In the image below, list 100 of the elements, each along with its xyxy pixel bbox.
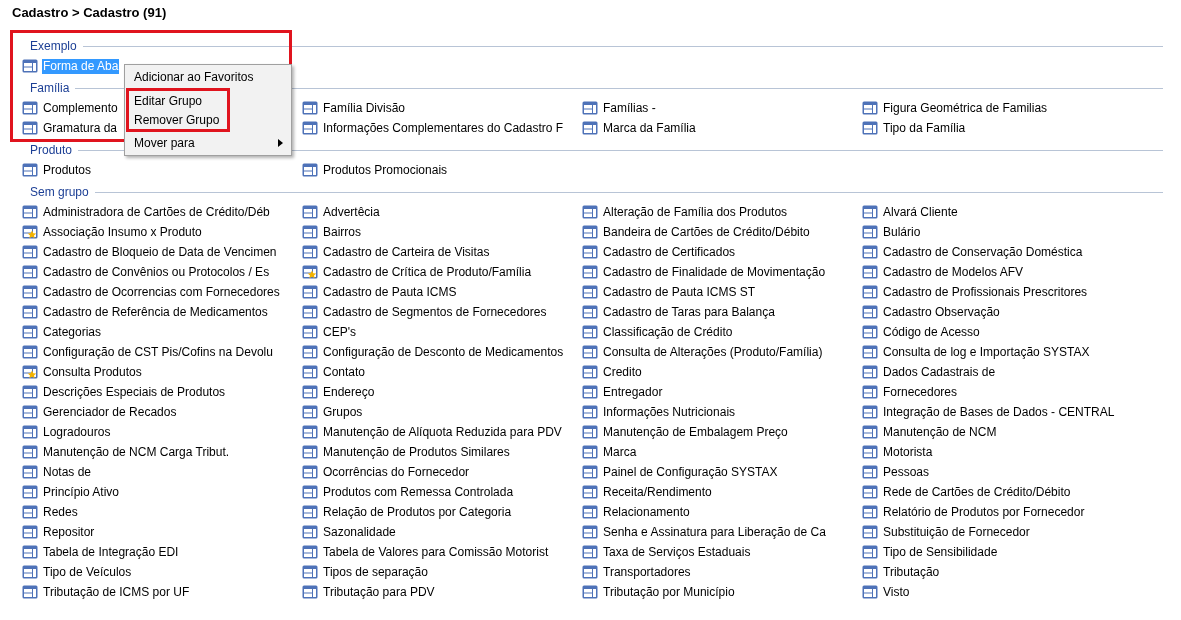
form-link[interactable]: Logradouros — [42, 424, 112, 440]
form-link[interactable]: Tipo de Veículos — [42, 564, 133, 580]
form-link[interactable]: Tipo da Família — [882, 120, 967, 136]
menu-item[interactable]: Mover para — [125, 132, 291, 154]
form-link[interactable]: Marca — [602, 444, 638, 460]
window-icon — [22, 525, 38, 539]
form-link[interactable]: Dados Cadastrais de — [882, 364, 997, 380]
form-link[interactable]: Tipo de Sensibilidade — [882, 544, 999, 560]
form-link[interactable]: Configuração de Desconto de Medicamentos — [322, 344, 565, 360]
form-link[interactable]: Produtos — [42, 162, 93, 178]
form-link[interactable]: Fornecedores — [882, 384, 959, 400]
form-link[interactable]: Taxa de Serviços Estaduais — [602, 544, 752, 560]
window-icon — [582, 365, 598, 379]
form-link[interactable]: Cadastro de Crítica de Produto/Família — [322, 264, 533, 280]
form-link[interactable]: Cadastro de Pauta ICMS — [322, 284, 458, 300]
form-link[interactable]: Relatório de Produtos por Fornecedor — [882, 504, 1086, 520]
form-link[interactable]: Cadastro de Modelos AFV — [882, 264, 1025, 280]
form-link[interactable]: Entregador — [602, 384, 664, 400]
form-link[interactable]: Redes — [42, 504, 79, 520]
form-link[interactable]: Produtos com Remessa Controlada — [322, 484, 515, 500]
form-link[interactable]: Famílias - — [602, 100, 657, 116]
form-link[interactable]: Pessoas — [882, 464, 931, 480]
form-link[interactable]: Substituição de Fornecedor — [882, 524, 1031, 540]
form-link[interactable]: Gerenciador de Recados — [42, 404, 178, 420]
form-link[interactable]: Informações Nutricionais — [602, 404, 737, 420]
form-link[interactable]: Cadastro de Conservação Doméstica — [882, 244, 1084, 260]
form-link[interactable]: Classificação de Crédito — [602, 324, 734, 340]
form-link[interactable]: Tributação — [882, 564, 941, 580]
form-link[interactable]: Sazonalidade — [322, 524, 397, 540]
form-link[interactable]: Cadastro de Segmentos de Fornecedores — [322, 304, 548, 320]
form-link[interactable]: Contato — [322, 364, 367, 380]
form-link[interactable]: Tabela de Valores para Comissão Motorist — [322, 544, 550, 560]
form-link[interactable]: Bulário — [882, 224, 922, 240]
form-link[interactable]: Credito — [602, 364, 643, 380]
form-link[interactable]: Cadastro de Referência de Medicamentos — [42, 304, 269, 320]
window-icon — [22, 325, 38, 339]
form-link[interactable]: Manutenção de NCM Carga Tribut. — [42, 444, 231, 460]
form-link[interactable]: Alteração de Família dos Produtos — [602, 204, 789, 220]
form-link[interactable]: Descrições Especiais de Produtos — [42, 384, 227, 400]
form-link[interactable]: Informações Complementares do Cadastro F — [322, 120, 565, 136]
form-link[interactable]: Consulta Produtos — [42, 364, 143, 380]
form-link[interactable]: Configuração de CST Pis/Cofins na Devolu — [42, 344, 274, 360]
form-link[interactable]: Motorista — [882, 444, 934, 460]
window-icon — [302, 525, 318, 539]
form-link[interactable]: Cadastro de Convênios ou Protocolos / Es — [42, 264, 271, 280]
menu-item[interactable]: Remover Grupo — [129, 110, 228, 129]
form-link[interactable]: Grupos — [322, 404, 364, 420]
form-link[interactable]: Painel de Configuração SYSTAX — [602, 464, 779, 480]
form-link[interactable]: Advertêcia — [322, 204, 381, 220]
form-link[interactable]: Relacionamento — [602, 504, 691, 520]
form-link[interactable]: Cadastro de Finalidade de Movimentação — [602, 264, 827, 280]
form-link[interactable]: Tributação de ICMS por UF — [42, 584, 191, 600]
form-link[interactable]: Cadastro de Pauta ICMS ST — [602, 284, 757, 300]
form-link[interactable]: Rede de Cartões de Crédito/Débito — [882, 484, 1072, 500]
form-link[interactable]: Repositor — [42, 524, 96, 540]
form-link[interactable]: Cadastro de Certificados — [602, 244, 737, 260]
form-link[interactable]: Senha e Assinatura para Liberação de Ca — [602, 524, 827, 540]
form-link[interactable]: Categorias — [42, 324, 103, 340]
form-link[interactable]: Família Divisão — [322, 100, 407, 116]
form-link[interactable]: Consulta de log e Importação SYSTAX — [882, 344, 1091, 360]
form-link[interactable]: Tipos de separação — [322, 564, 429, 580]
form-link[interactable]: Princípio Ativo — [42, 484, 121, 500]
form-link[interactable]: Gramatura da — [42, 120, 119, 136]
form-link[interactable]: Cadastro de Profissionais Prescritores — [882, 284, 1089, 300]
form-link[interactable]: Ocorrências do Fornecedor — [322, 464, 471, 480]
form-link[interactable]: Manutenção de NCM — [882, 424, 998, 440]
window-icon — [302, 485, 318, 499]
form-link[interactable]: Tabela de Integração EDI — [42, 544, 180, 560]
form-link[interactable]: Código de Acesso — [882, 324, 981, 340]
form-link[interactable]: Transportadores — [602, 564, 692, 580]
menu-item[interactable]: Adicionar ao Favoritos — [125, 66, 291, 88]
menu-item[interactable]: Editar Grupo — [129, 91, 228, 110]
form-link[interactable]: Cadastro de Taras para Balança — [602, 304, 776, 320]
form-link[interactable]: Produtos Promocionais — [322, 162, 449, 178]
form-link[interactable]: Relação de Produtos por Categoria — [322, 504, 513, 520]
form-link[interactable]: Bairros — [322, 224, 362, 240]
form-link[interactable]: Notas de — [42, 464, 93, 480]
form-link[interactable]: Marca da Família — [602, 120, 697, 136]
form-link[interactable]: Endereço — [322, 384, 376, 400]
form-link[interactable]: Associação Insumo x Produto — [42, 224, 203, 240]
window-icon — [582, 445, 598, 459]
form-link[interactable]: Tributação para PDV — [322, 584, 436, 600]
form-link[interactable]: Manutenção de Embalagem Preço — [602, 424, 789, 440]
form-link[interactable]: Manutenção de Alíquota Reduzida para PDV — [322, 424, 563, 440]
form-link[interactable]: Cadastro Observação — [882, 304, 1001, 320]
form-link[interactable]: Integração de Bases de Dados - CENTRAL — [882, 404, 1116, 420]
form-link[interactable]: Administradora de Cartões de Crédito/Déb — [42, 204, 271, 220]
form-link[interactable]: Cadastro de Ocorrencias com Fornecedores — [42, 284, 281, 300]
form-link[interactable]: CEP's — [322, 324, 357, 340]
form-link[interactable]: Cadastro de Bloqueio de Data de Vencimen — [42, 244, 278, 260]
form-link[interactable]: Bandeira de Cartões de Crédito/Débito — [602, 224, 811, 240]
form-link[interactable]: Visto — [882, 584, 911, 600]
form-link[interactable]: Complemento — [42, 100, 119, 116]
form-link[interactable]: Consulta de Alterações (Produto/Família) — [602, 344, 824, 360]
form-link[interactable]: Figura Geométrica de Familias — [882, 100, 1049, 116]
form-link[interactable]: Cadastro de Carteira de Visitas — [322, 244, 491, 260]
form-link[interactable]: Tributação por Município — [602, 584, 736, 600]
form-link[interactable]: Alvará Cliente — [882, 204, 959, 220]
form-link[interactable]: Manutenção de Produtos Similares — [322, 444, 511, 460]
form-link[interactable]: Receita/Rendimento — [602, 484, 713, 500]
